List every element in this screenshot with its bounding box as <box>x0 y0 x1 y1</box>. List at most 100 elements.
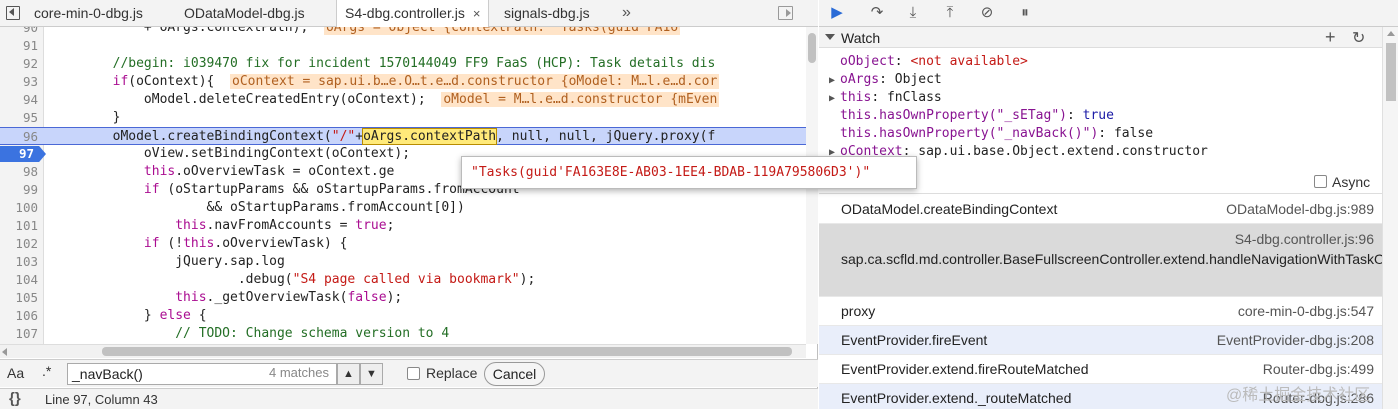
watch-section-header[interactable]: Watch + ↻ <box>819 27 1382 48</box>
close-icon[interactable]: × <box>473 0 481 27</box>
code-token: oView.setBindingContext(oContext); <box>50 146 411 161</box>
frame-location[interactable]: Router-dbg.js:499 <box>1263 361 1374 377</box>
step-into-icon[interactable]: ⤓ <box>903 3 923 23</box>
scroll-left-icon[interactable] <box>2 348 7 356</box>
hovered-expression[interactable]: oArgs.contextPath <box>362 128 498 145</box>
watch-item[interactable]: this.hasOwnProperty("_navBack()"): false <box>829 125 1153 143</box>
code-line[interactable]: 101 this.navFromAccounts = true; <box>0 217 806 235</box>
step-over-icon[interactable]: ↷ <box>867 3 887 23</box>
line-number[interactable]: 90 <box>0 27 38 37</box>
regex-toggle[interactable]: .* <box>42 363 51 379</box>
more-tabs-icon[interactable]: » <box>622 0 631 26</box>
code-line[interactable]: 93 if(oContext){ oContext = sap.ui.b…e.O… <box>0 73 806 91</box>
expand-arrow-icon[interactable]: ▶ <box>829 72 840 90</box>
call-frame[interactable]: EventProvider.fireEvent EventProvider-dbg… <box>819 326 1382 355</box>
line-number[interactable]: 96 <box>0 128 38 146</box>
line-number[interactable]: 105 <box>0 289 38 307</box>
code-line[interactable]: 102 if (!this.oOverviewTask) { <box>0 235 806 253</box>
code-line[interactable]: 100 && oStartupParams.fromAccount[0]) <box>0 199 806 217</box>
replace-checkbox[interactable] <box>407 367 420 380</box>
debugger-toolbar: ▶ ↷ ⤓ ⤒ ⊘ ⏸ <box>819 0 1398 27</box>
line-number[interactable]: 98 <box>0 163 38 181</box>
code-line[interactable]: 96 oModel.createBindingContext("/"+oArgs… <box>0 127 806 145</box>
step-out-icon[interactable]: ⤒ <box>940 3 960 23</box>
frame-location[interactable]: S4-dbg.controller.js:96 <box>1235 231 1374 247</box>
navigator-toggle-icon[interactable] <box>6 6 20 20</box>
watch-item[interactable]: ▶ oArgs: Object <box>829 71 942 89</box>
code-token: } <box>50 110 121 125</box>
refresh-icon[interactable]: ↻ <box>1352 28 1365 48</box>
line-source: this.oOverviewTask = oContext.ge <box>50 163 394 181</box>
line-number[interactable]: 101 <box>0 217 38 235</box>
watch-value: <not available> <box>910 54 1028 69</box>
call-frame[interactable]: ODataModel.createBindingContext ODataMode… <box>819 195 1382 224</box>
code-line[interactable]: 91 <box>0 37 806 55</box>
editor-pane: core-min-0-dbg.js ODataModel-dbg.js S4-d… <box>0 0 917 409</box>
debugger-toggle-icon[interactable] <box>778 6 793 20</box>
match-count: 4 matches <box>269 365 329 380</box>
line-number[interactable]: 100 <box>0 199 38 217</box>
line-number[interactable]: 95 <box>0 109 38 127</box>
find-previous-button[interactable]: ▲ <box>337 363 360 385</box>
code-token: (! <box>159 236 184 251</box>
tab-label: ODataModel-dbg.js <box>184 5 305 21</box>
editor-horizontal-scrollbar[interactable] <box>0 344 806 358</box>
code-token: ); <box>386 290 403 305</box>
deactivate-breakpoints-icon[interactable]: ⊘ <box>977 3 997 23</box>
frame-location[interactable]: EventProvider-dbg.js:208 <box>1217 332 1374 348</box>
code-line[interactable]: 104 .debug("S4 page called via bookmark"… <box>0 271 806 289</box>
tab-odatamodel[interactable]: ODataModel-dbg.js <box>176 0 313 27</box>
line-number[interactable]: 94 <box>0 91 38 109</box>
tab-signals[interactable]: signals-dbg.js <box>496 0 598 27</box>
code-token: if <box>50 236 160 251</box>
pause-on-exceptions-icon[interactable]: ⏸ <box>1015 3 1035 23</box>
call-frame[interactable]: sap.ca.scfld.md.controller.BaseFullscree… <box>819 224 1382 297</box>
watch-item[interactable]: oObject: <not available> <box>829 53 1028 71</box>
line-number[interactable]: 93 <box>0 73 38 91</box>
watch-item[interactable]: ▶ this: fnClass <box>829 89 942 107</box>
line-number[interactable]: 107 <box>0 325 38 343</box>
code-token: oModel.createBindingContext( <box>50 129 332 144</box>
cancel-button[interactable]: Cancel <box>484 362 545 386</box>
line-number[interactable]: 103 <box>0 253 38 271</box>
pretty-print-button[interactable]: {} <box>9 390 21 407</box>
frame-location[interactable]: core-min-0-dbg.js:547 <box>1238 303 1374 319</box>
line-number[interactable]: 104 <box>0 271 38 289</box>
code-line[interactable]: 94 oModel.deleteCreatedEntry(oContext); … <box>0 91 806 109</box>
find-next-button[interactable]: ▼ <box>360 363 383 385</box>
scrollbar-thumb[interactable] <box>1386 43 1396 101</box>
line-number[interactable]: 92 <box>0 55 38 73</box>
breakpoint-marker[interactable]: 97 <box>0 146 46 162</box>
scroll-up-icon[interactable] <box>1387 31 1395 36</box>
line-number[interactable]: 91 <box>0 37 38 55</box>
add-expression-icon[interactable]: + <box>1325 27 1336 48</box>
code-line[interactable]: 107 // TODO: Change schema version to 4 <box>0 325 806 343</box>
async-checkbox[interactable] <box>1314 175 1327 188</box>
line-number[interactable]: 106 <box>0 307 38 325</box>
line-number[interactable]: 99 <box>0 181 38 199</box>
call-frame[interactable]: EventProvider.extend.fireRouteMatched Rou… <box>819 355 1382 384</box>
code-line[interactable]: 95 } <box>0 109 806 127</box>
tab-s4-controller[interactable]: S4-dbg.controller.js × <box>336 0 490 28</box>
code-line[interactable]: 106 } else { <box>0 307 806 325</box>
code-line[interactable]: 105 this._getOverviewTask(false); <box>0 289 806 307</box>
match-case-toggle[interactable]: Aa <box>7 365 24 381</box>
tab-core-min[interactable]: core-min-0-dbg.js <box>26 0 151 27</box>
code-line[interactable]: 90 + oArgs.contextPath); oArgs = Object … <box>0 27 806 37</box>
call-stack-list: ODataModel.createBindingContext ODataMode… <box>819 195 1382 409</box>
expand-arrow-icon[interactable]: ▶ <box>829 90 840 108</box>
scrollbar-thumb[interactable] <box>102 347 792 356</box>
frame-location[interactable]: ODataModel-dbg.js:989 <box>1226 201 1374 217</box>
scrollbar-thumb[interactable] <box>808 33 816 63</box>
code-line[interactable]: 103 jQuery.sap.log <box>0 253 806 271</box>
code-token: + oArgs.contextPath); <box>50 27 324 35</box>
sidebar-scrollbar[interactable] <box>1382 27 1398 409</box>
call-frame[interactable]: proxy core-min-0-dbg.js:547 <box>819 297 1382 326</box>
watch-item[interactable]: this.hasOwnProperty("_sETag"): true <box>829 107 1114 125</box>
expand-triangle-icon <box>825 34 835 40</box>
code-line[interactable]: 92 //begin: i039470 fix for incident 157… <box>0 55 806 73</box>
line-number[interactable]: 102 <box>0 235 38 253</box>
resume-icon[interactable]: ▶ <box>827 3 847 23</box>
watch-expression: this <box>840 90 872 105</box>
line-source: this._getOverviewTask(false); <box>50 289 402 307</box>
